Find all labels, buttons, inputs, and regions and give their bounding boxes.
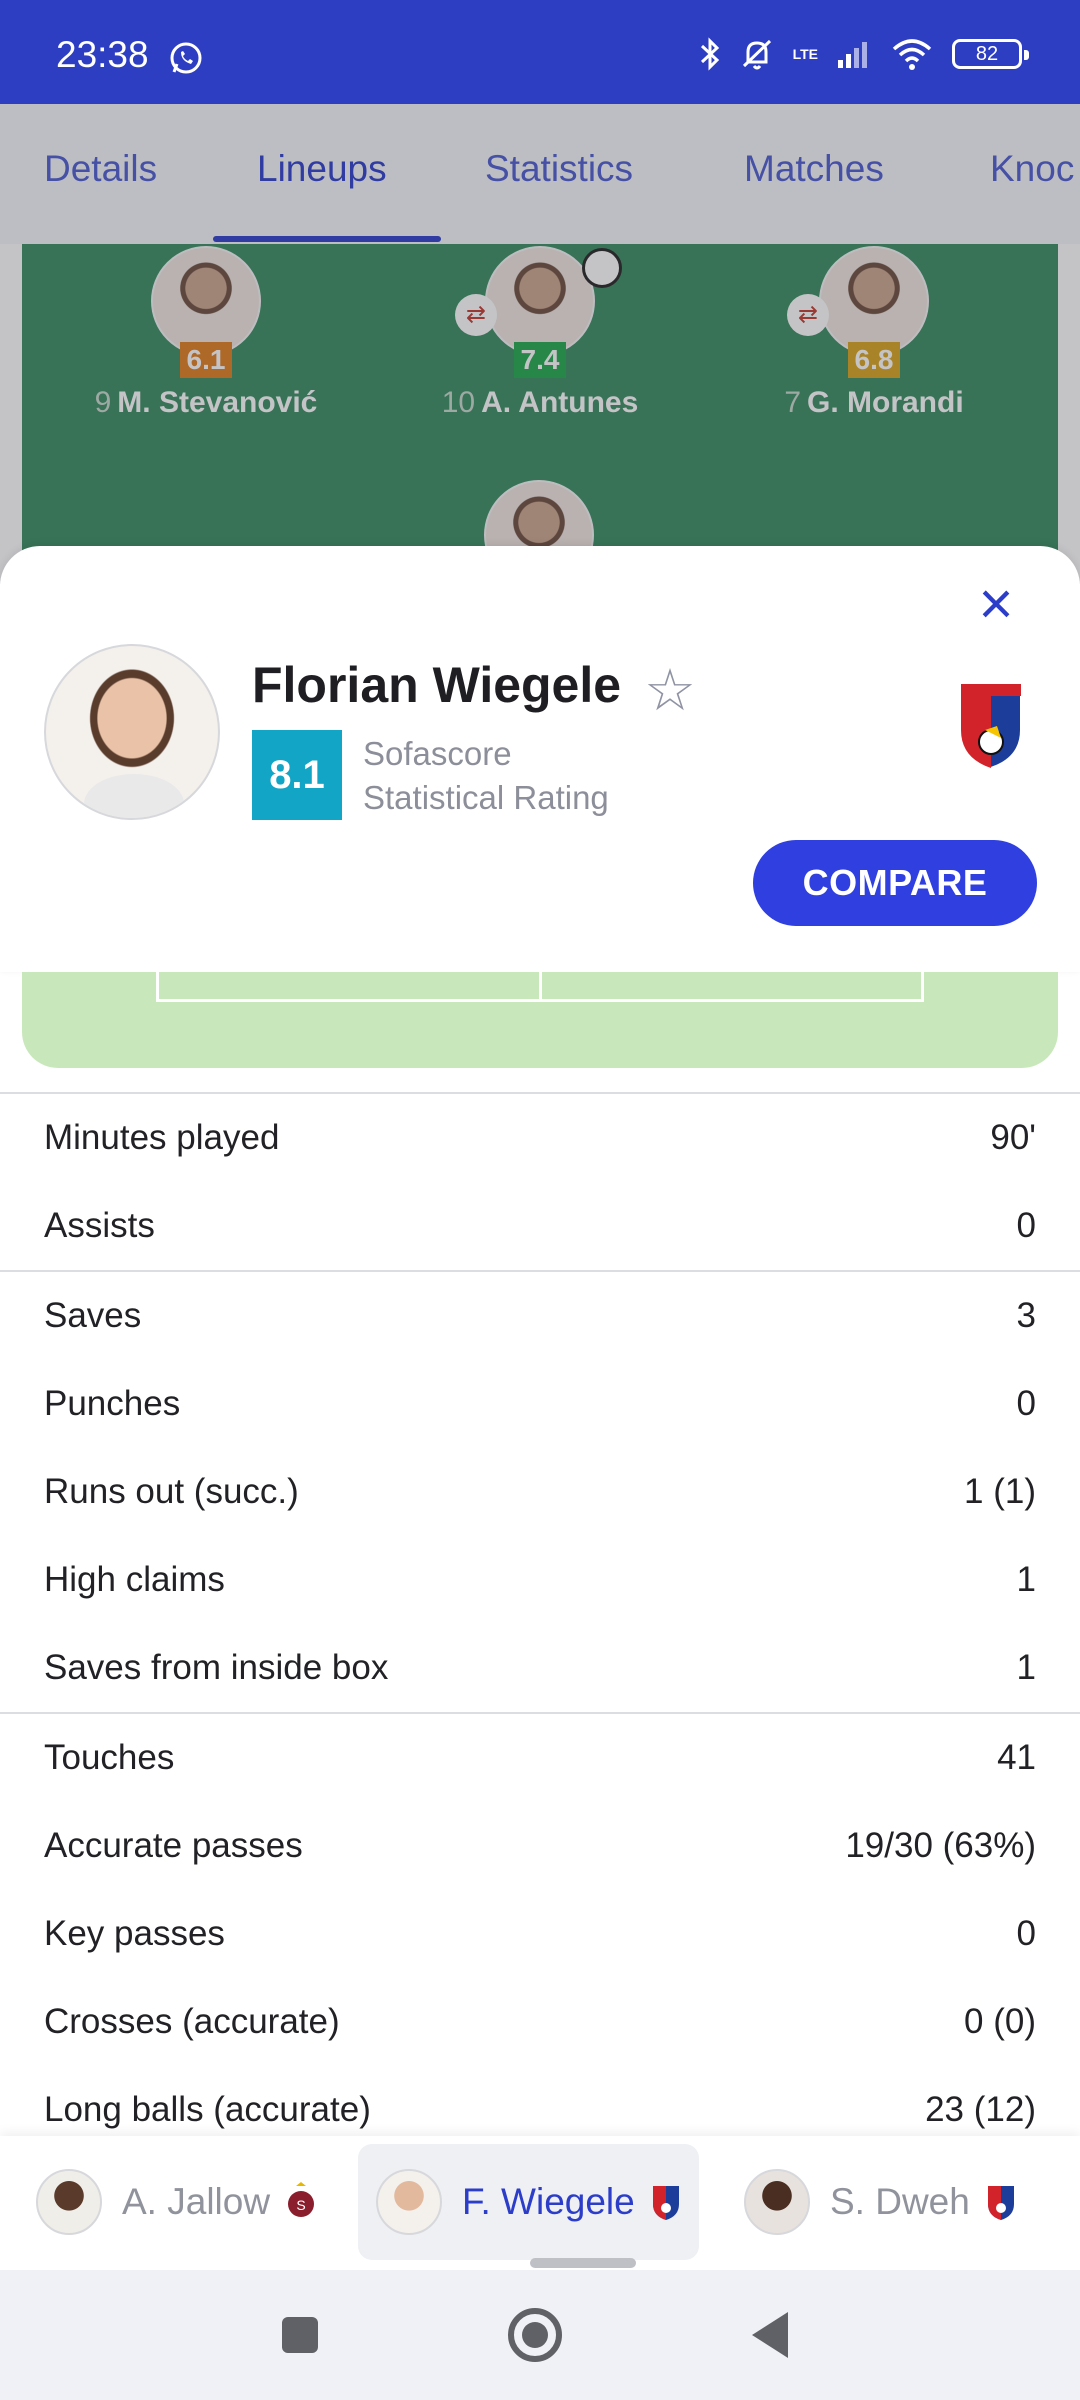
rating-label-line2: Statistical Rating: [363, 779, 609, 816]
player-chip-name: F. Wiegele: [462, 2181, 635, 2222]
stat-value: 19/30 (63%): [845, 1826, 1036, 1865]
stat-value: 0: [1016, 1384, 1036, 1423]
stat-value: 23 (12): [925, 2090, 1036, 2129]
stat-row: Runs out (succ.) 1 (1): [0, 1448, 1080, 1536]
player-chip-name: S. Dweh: [830, 2181, 970, 2222]
svg-text:S: S: [296, 2197, 305, 2213]
stat-value: 41: [997, 1738, 1036, 1777]
stat-value: 0 (0): [964, 2002, 1036, 2041]
status-time: 23:38: [56, 34, 149, 75]
player-rating-badge: 8.1: [252, 730, 342, 820]
home-button[interactable]: [500, 2300, 570, 2370]
player-avatar: [376, 2169, 442, 2235]
stat-row: Touches 41: [0, 1714, 1080, 1802]
stat-label: Punches: [44, 1384, 181, 1423]
stat-value: 3: [1016, 1296, 1036, 1335]
back-button[interactable]: [735, 2300, 805, 2370]
status-icons: LTE 82: [699, 34, 1029, 74]
stat-label: Assists: [44, 1206, 155, 1245]
player-card: × Florian Wiegele ☆ 8.1 Sofascore Statis…: [0, 546, 1080, 972]
favorite-star-icon[interactable]: ☆: [644, 656, 696, 724]
modal-overlay[interactable]: [0, 104, 1080, 584]
stat-row: Saves from inside box 1: [0, 1624, 1080, 1712]
back-icon: [752, 2312, 788, 2358]
player-selector: A. Jallow S F. Wiegele S. Dweh: [0, 2136, 1080, 2270]
stat-value: 1: [1016, 1560, 1036, 1599]
rating-label-line1: Sofascore: [363, 735, 512, 772]
player-chip[interactable]: A. Jallow S: [18, 2144, 334, 2260]
bell-off-icon: [742, 39, 771, 70]
whatsapp-icon: [170, 42, 202, 74]
stat-value: 90': [990, 1118, 1036, 1157]
club-badge-icon: [652, 2186, 679, 2220]
rating-label: Sofascore Statistical Rating: [363, 732, 609, 820]
stat-label: High claims: [44, 1560, 225, 1599]
stat-row: Minutes played 90': [0, 1094, 1080, 1182]
recents-icon: [282, 2317, 318, 2353]
stat-label: Saves from inside box: [44, 1648, 389, 1687]
stat-label: Touches: [44, 1738, 175, 1777]
stat-value: 1: [1016, 1648, 1036, 1687]
lte-label: LTE: [792, 46, 818, 62]
player-avatar: [744, 2169, 810, 2235]
bluetooth-icon: [700, 37, 719, 71]
pitch-goal-area: [22, 972, 1058, 1068]
stat-label: Key passes: [44, 1914, 225, 1953]
stat-label: Saves: [44, 1296, 142, 1335]
stat-row: High claims 1: [0, 1536, 1080, 1624]
stat-label: Crosses (accurate): [44, 2002, 340, 2041]
stat-label: Long balls (accurate): [44, 2090, 371, 2129]
stat-row: Crosses (accurate) 0 (0): [0, 1978, 1080, 2066]
stat-label: Minutes played: [44, 1118, 280, 1157]
stat-row: Saves 3: [0, 1272, 1080, 1360]
player-name: Florian Wiegele: [252, 657, 622, 713]
player-avatar: [44, 644, 220, 820]
battery-icon: 82: [952, 39, 1029, 69]
player-chip-active[interactable]: F. Wiegele: [358, 2144, 699, 2260]
stat-label: Accurate passes: [44, 1826, 303, 1865]
stat-row: Assists 0: [0, 1182, 1080, 1270]
stat-row: Key passes 0: [0, 1890, 1080, 1978]
stat-row: Accurate passes 19/30 (63%): [0, 1802, 1080, 1890]
signal-icon: [838, 42, 867, 68]
stat-label: Runs out (succ.): [44, 1472, 299, 1511]
stat-row: Punches 0: [0, 1360, 1080, 1448]
recents-button[interactable]: [265, 2300, 335, 2370]
close-icon[interactable]: ×: [966, 574, 1026, 636]
club-badge-icon: [960, 684, 1022, 770]
stat-value: 0: [1016, 1914, 1036, 1953]
system-nav-bar: [0, 2270, 1080, 2400]
compare-button[interactable]: COMPARE: [753, 840, 1037, 926]
home-icon: [508, 2308, 562, 2362]
player-chip-name: A. Jallow: [122, 2181, 271, 2222]
scroll-handle[interactable]: [530, 2258, 636, 2268]
player-chip[interactable]: S. Dweh: [726, 2144, 1034, 2260]
club-badge-icon: S: [288, 2182, 315, 2217]
status-bar: 23:38 LTE 82: [0, 0, 1080, 104]
player-avatar: [36, 2169, 102, 2235]
stat-value: 1 (1): [964, 1472, 1036, 1511]
stat-value: 0: [1016, 1206, 1036, 1245]
player-stats: Minutes played 90' Assists 0 Saves 3 Punche…: [0, 1092, 1080, 2154]
wifi-icon: [892, 39, 932, 70]
club-badge-icon: [987, 2186, 1014, 2220]
